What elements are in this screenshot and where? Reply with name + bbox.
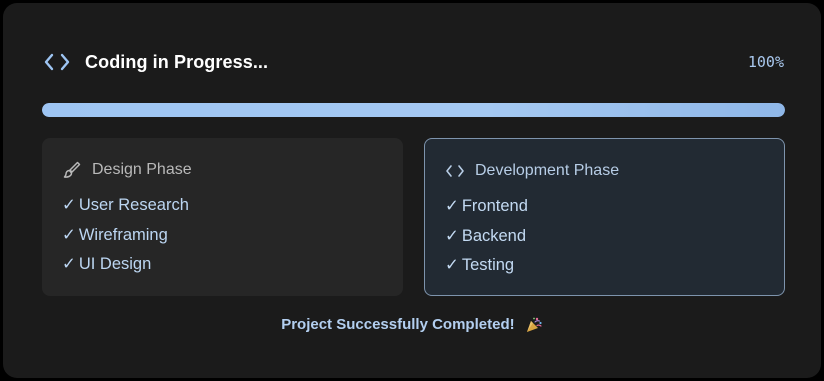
completion-text: Project Successfully Completed! [281,316,515,333]
task-item: ✓ Frontend [445,195,528,225]
task-label: Frontend [461,197,528,215]
progress-bar [42,103,785,117]
task-item: ✓ Wireframing [62,224,189,254]
development-phase-title: Development Phase [475,162,620,179]
design-phase-card: Design Phase ✓ User Research ✓ Wireframing… [42,138,403,296]
completion-message: Project Successfully Completed! [3,316,821,334]
header-left: Coding in Progress... [43,52,268,73]
task-label: Testing [461,256,515,274]
check-icon: ✓ [62,225,76,244]
design-phase-title: Design Phase [92,161,192,178]
check-icon: ✓ [62,196,76,214]
check-icon: ✓ [445,226,459,245]
task-item: ✓ User Research [62,194,189,224]
task-item: ✓ Testing [445,254,528,284]
progress-card: Coding in Progress... 100% Design Phase … [3,3,821,378]
task-item: ✓ UI Design [62,253,189,283]
progress-percent: 100% [747,53,784,71]
party-popper-icon [525,316,543,334]
development-task-list: ✓ Frontend ✓ Backend ✓ Testing [445,195,528,284]
page-title: Coding in Progress... [85,51,269,72]
progress-fill [42,103,785,117]
check-icon: ✓ [445,256,459,274]
code-brackets-icon [43,52,73,72]
task-item: ✓ Backend [445,225,528,255]
task-label: UI Design [78,255,152,273]
paintbrush-icon [62,160,82,180]
check-icon: ✓ [445,197,459,215]
task-label: Wireframing [78,225,168,244]
task-label: Backend [461,226,527,245]
development-phase-card: Development Phase ✓ Frontend ✓ Backend ✓ Te… [424,138,785,296]
card-header: Coding in Progress... 100% [43,47,784,77]
design-task-list: ✓ User Research ✓ Wireframing ✓ UI Design [62,194,189,283]
development-phase-header: Development Phase [445,161,619,181]
design-phase-header: Design Phase [62,160,192,180]
code-brackets-icon [445,161,465,181]
check-icon: ✓ [62,255,76,273]
task-label: User Research [78,196,189,214]
